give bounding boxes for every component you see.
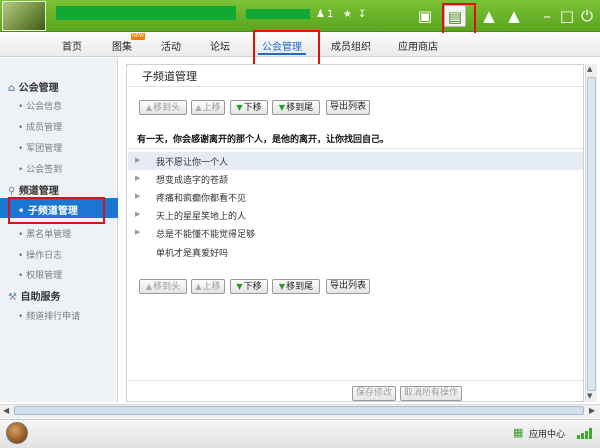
guild-motto: 有一天，你会感谢离开的那个人，是他的离开，让你找回自己。 bbox=[137, 135, 390, 145]
nav-home[interactable]: 首页 bbox=[62, 38, 82, 53]
list-item[interactable]: ▶ 我不愿让你一个人 bbox=[128, 152, 583, 170]
move-bottom-icon: ▼ bbox=[278, 282, 286, 291]
move-to-top-button[interactable]: ▲移到头 bbox=[139, 100, 187, 115]
move-up-icon: ▲ bbox=[195, 282, 202, 291]
move-top-icon: ▲ bbox=[145, 103, 153, 112]
sidebar-section-guild[interactable]: ⌂ 公会管理 bbox=[8, 79, 59, 94]
list-item[interactable]: ▶ 想变成造字的苍颉 bbox=[128, 170, 583, 188]
nav-member-organization[interactable]: 成员组织 bbox=[331, 38, 371, 53]
scroll-up-icon[interactable]: ▲ bbox=[587, 65, 592, 73]
save-changes-button[interactable]: 保存修改 bbox=[352, 386, 396, 401]
move-up-icon: ▲ bbox=[195, 103, 202, 112]
gamepad-icon[interactable]: ▲ bbox=[503, 5, 525, 27]
vertical-scroll-thumb[interactable] bbox=[587, 77, 596, 391]
restore-icon[interactable]: □ bbox=[556, 5, 578, 27]
new-badge: NEW bbox=[131, 33, 145, 40]
move-down-icon: ▼ bbox=[236, 282, 243, 291]
page-title: 子频道管理 bbox=[142, 70, 197, 83]
move-top-icon: ▲ bbox=[145, 282, 153, 291]
sidebar-item-member-management[interactable]: • 成员管理 bbox=[18, 120, 62, 133]
tv-icon[interactable]: ▣ bbox=[414, 5, 436, 27]
nav-activities[interactable]: 活动 bbox=[161, 38, 181, 53]
sidebar-item-channel-ranking[interactable]: • 频道排行申请 bbox=[18, 309, 80, 322]
highlight-box-subchannel bbox=[8, 197, 105, 224]
user-icon: ♟ bbox=[316, 9, 325, 20]
scroll-left-icon[interactable]: ◀ bbox=[3, 406, 9, 415]
sidebar-item-guild-info[interactable]: • 公会信息 bbox=[18, 99, 62, 112]
guild-name-redacted bbox=[56, 6, 236, 20]
title-divider bbox=[128, 86, 583, 87]
star-icon[interactable]: ★ bbox=[343, 9, 352, 20]
home-icon: ⌂ bbox=[8, 83, 16, 94]
signal-icon bbox=[577, 428, 593, 439]
move-down-icon: ▼ bbox=[236, 103, 243, 112]
user-avatar[interactable] bbox=[6, 422, 28, 444]
expand-arrow-icon[interactable]: ▶ bbox=[135, 228, 140, 236]
guild-id-redacted bbox=[246, 9, 310, 19]
pin-icon: ⚲ bbox=[8, 186, 16, 197]
export-list-button-bottom[interactable]: 导出列表 bbox=[326, 279, 370, 294]
wrench-icon: ⚒ bbox=[8, 292, 17, 303]
nav-app-store[interactable]: 应用商店 bbox=[398, 38, 438, 53]
move-down-button[interactable]: ▼下移 bbox=[230, 100, 268, 115]
list-item[interactable]: ▶ 总是不能懂不能觉得足够 bbox=[128, 224, 583, 242]
nav-forum[interactable]: 论坛 bbox=[210, 38, 230, 53]
list-item[interactable]: ▶ 天上的星星笑地上的人 bbox=[128, 206, 583, 224]
scroll-right-icon[interactable]: ▶ bbox=[589, 406, 595, 415]
sidebar-item-permission-management[interactable]: • 权限管理 bbox=[18, 268, 62, 281]
move-up-button[interactable]: ▲上移 bbox=[191, 100, 225, 115]
move-to-top-button-bottom[interactable]: ▲移到头 bbox=[139, 279, 187, 294]
power-icon[interactable]: ⏻ bbox=[576, 5, 598, 27]
download-icon[interactable]: ↧ bbox=[358, 9, 366, 20]
sidebar-section-self-service[interactable]: ⚒ 自助服务 bbox=[8, 288, 60, 303]
bottom-bar bbox=[0, 419, 600, 448]
expand-arrow-icon[interactable]: ▶ bbox=[135, 156, 140, 164]
move-up-button-bottom[interactable]: ▲上移 bbox=[191, 279, 225, 294]
expand-arrow-icon[interactable]: ▶ bbox=[135, 210, 140, 218]
horizontal-scroll-thumb[interactable] bbox=[14, 406, 584, 415]
guild-avatar[interactable] bbox=[2, 1, 46, 31]
gift-icon[interactable]: ▲ bbox=[478, 5, 500, 27]
export-list-button[interactable]: 导出列表 bbox=[326, 100, 370, 115]
app-grid-icon[interactable]: ▦ bbox=[513, 426, 523, 439]
scroll-down-icon[interactable]: ▼ bbox=[587, 392, 592, 400]
move-to-bottom-button[interactable]: ▼移到尾 bbox=[272, 100, 320, 115]
sidebar-item-legion-management[interactable]: • 军团管理 bbox=[18, 141, 62, 154]
list-item[interactable]: 单机才是真爱好吗 bbox=[128, 243, 583, 261]
list-divider bbox=[128, 148, 583, 149]
online-count: 1 bbox=[327, 9, 334, 20]
sidebar-item-blacklist-management[interactable]: • 黑名单管理 bbox=[18, 227, 71, 240]
sidebar-section-channel[interactable]: ⚲ 频道管理 bbox=[8, 182, 59, 197]
app-center-link[interactable]: 应用中心 bbox=[529, 427, 565, 440]
expand-arrow-icon[interactable]: ▶ bbox=[135, 192, 140, 200]
move-bottom-icon: ▼ bbox=[278, 103, 286, 112]
list-item[interactable]: ▶ 疼痛和疯癫你都看不见 bbox=[128, 188, 583, 206]
cancel-all-button[interactable]: 取消所有操作 bbox=[400, 386, 462, 401]
nav-gallery[interactable]: 图集 bbox=[112, 38, 132, 53]
move-to-bottom-button-bottom[interactable]: ▼移到尾 bbox=[272, 279, 320, 294]
minimize-icon[interactable]: – bbox=[536, 5, 558, 27]
move-down-button-bottom[interactable]: ▼下移 bbox=[230, 279, 268, 294]
sidebar-item-operation-log[interactable]: • 操作日志 bbox=[18, 248, 62, 261]
sidebar-item-guild-checkin[interactable]: • 公会签到 bbox=[18, 162, 62, 175]
expand-arrow-icon[interactable]: ▶ bbox=[135, 174, 140, 182]
footer-divider bbox=[128, 380, 583, 381]
